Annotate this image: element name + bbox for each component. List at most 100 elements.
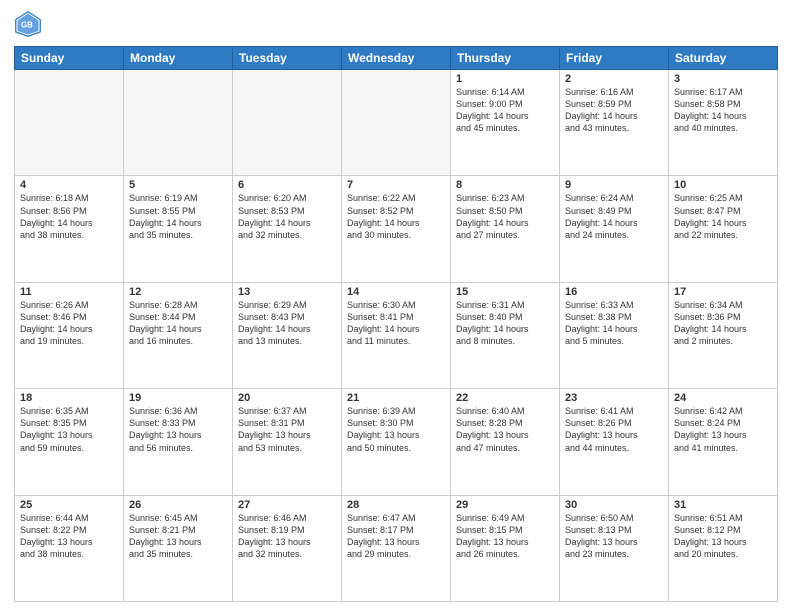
svg-text:GB: GB: [21, 21, 33, 30]
calendar-cell: 16Sunrise: 6:33 AM Sunset: 8:38 PM Dayli…: [560, 282, 669, 388]
day-number: 10: [674, 179, 772, 191]
day-info: Sunrise: 6:30 AM Sunset: 8:41 PM Dayligh…: [347, 299, 445, 348]
calendar-cell: 12Sunrise: 6:28 AM Sunset: 8:44 PM Dayli…: [124, 282, 233, 388]
day-number: 23: [565, 392, 663, 404]
day-number: 26: [129, 499, 227, 511]
day-info: Sunrise: 6:23 AM Sunset: 8:50 PM Dayligh…: [456, 192, 554, 241]
calendar-cell: 30Sunrise: 6:50 AM Sunset: 8:13 PM Dayli…: [560, 495, 669, 601]
day-info: Sunrise: 6:36 AM Sunset: 8:33 PM Dayligh…: [129, 405, 227, 454]
calendar-cell: 21Sunrise: 6:39 AM Sunset: 8:30 PM Dayli…: [342, 389, 451, 495]
calendar-header: SundayMondayTuesdayWednesdayThursdayFrid…: [15, 47, 778, 70]
calendar-week-row: 25Sunrise: 6:44 AM Sunset: 8:22 PM Dayli…: [15, 495, 778, 601]
day-info: Sunrise: 6:39 AM Sunset: 8:30 PM Dayligh…: [347, 405, 445, 454]
logo: GB: [14, 10, 46, 38]
day-info: Sunrise: 6:45 AM Sunset: 8:21 PM Dayligh…: [129, 512, 227, 561]
day-number: 6: [238, 179, 336, 191]
calendar-cell: 6Sunrise: 6:20 AM Sunset: 8:53 PM Daylig…: [233, 176, 342, 282]
calendar-cell: 13Sunrise: 6:29 AM Sunset: 8:43 PM Dayli…: [233, 282, 342, 388]
day-number: 1: [456, 73, 554, 85]
day-number: 30: [565, 499, 663, 511]
day-number: 28: [347, 499, 445, 511]
weekday-row: SundayMondayTuesdayWednesdayThursdayFrid…: [15, 47, 778, 70]
calendar-cell: [342, 70, 451, 176]
calendar-cell: 17Sunrise: 6:34 AM Sunset: 8:36 PM Dayli…: [669, 282, 778, 388]
weekday-header: Thursday: [451, 47, 560, 70]
day-number: 16: [565, 286, 663, 298]
day-number: 15: [456, 286, 554, 298]
day-number: 7: [347, 179, 445, 191]
day-number: 5: [129, 179, 227, 191]
day-info: Sunrise: 6:14 AM Sunset: 9:00 PM Dayligh…: [456, 86, 554, 135]
calendar-week-row: 4Sunrise: 6:18 AM Sunset: 8:56 PM Daylig…: [15, 176, 778, 282]
calendar-cell: [124, 70, 233, 176]
day-number: 29: [456, 499, 554, 511]
calendar-cell: 20Sunrise: 6:37 AM Sunset: 8:31 PM Dayli…: [233, 389, 342, 495]
day-info: Sunrise: 6:35 AM Sunset: 8:35 PM Dayligh…: [20, 405, 118, 454]
calendar-cell: 24Sunrise: 6:42 AM Sunset: 8:24 PM Dayli…: [669, 389, 778, 495]
calendar-cell: 22Sunrise: 6:40 AM Sunset: 8:28 PM Dayli…: [451, 389, 560, 495]
day-number: 20: [238, 392, 336, 404]
day-info: Sunrise: 6:37 AM Sunset: 8:31 PM Dayligh…: [238, 405, 336, 454]
day-info: Sunrise: 6:26 AM Sunset: 8:46 PM Dayligh…: [20, 299, 118, 348]
day-number: 21: [347, 392, 445, 404]
day-info: Sunrise: 6:44 AM Sunset: 8:22 PM Dayligh…: [20, 512, 118, 561]
day-info: Sunrise: 6:34 AM Sunset: 8:36 PM Dayligh…: [674, 299, 772, 348]
calendar-cell: 8Sunrise: 6:23 AM Sunset: 8:50 PM Daylig…: [451, 176, 560, 282]
day-info: Sunrise: 6:17 AM Sunset: 8:58 PM Dayligh…: [674, 86, 772, 135]
weekday-header: Monday: [124, 47, 233, 70]
calendar-cell: 25Sunrise: 6:44 AM Sunset: 8:22 PM Dayli…: [15, 495, 124, 601]
day-info: Sunrise: 6:20 AM Sunset: 8:53 PM Dayligh…: [238, 192, 336, 241]
day-info: Sunrise: 6:51 AM Sunset: 8:12 PM Dayligh…: [674, 512, 772, 561]
day-number: 8: [456, 179, 554, 191]
calendar-cell: 27Sunrise: 6:46 AM Sunset: 8:19 PM Dayli…: [233, 495, 342, 601]
calendar-cell: 11Sunrise: 6:26 AM Sunset: 8:46 PM Dayli…: [15, 282, 124, 388]
calendar-cell: 1Sunrise: 6:14 AM Sunset: 9:00 PM Daylig…: [451, 70, 560, 176]
header: GB: [14, 10, 778, 38]
day-info: Sunrise: 6:28 AM Sunset: 8:44 PM Dayligh…: [129, 299, 227, 348]
day-number: 27: [238, 499, 336, 511]
calendar-cell: 5Sunrise: 6:19 AM Sunset: 8:55 PM Daylig…: [124, 176, 233, 282]
calendar-cell: 14Sunrise: 6:30 AM Sunset: 8:41 PM Dayli…: [342, 282, 451, 388]
calendar-cell: 3Sunrise: 6:17 AM Sunset: 8:58 PM Daylig…: [669, 70, 778, 176]
calendar-cell: 7Sunrise: 6:22 AM Sunset: 8:52 PM Daylig…: [342, 176, 451, 282]
day-info: Sunrise: 6:25 AM Sunset: 8:47 PM Dayligh…: [674, 192, 772, 241]
day-number: 31: [674, 499, 772, 511]
day-number: 12: [129, 286, 227, 298]
day-info: Sunrise: 6:29 AM Sunset: 8:43 PM Dayligh…: [238, 299, 336, 348]
calendar-cell: 26Sunrise: 6:45 AM Sunset: 8:21 PM Dayli…: [124, 495, 233, 601]
calendar-cell: 4Sunrise: 6:18 AM Sunset: 8:56 PM Daylig…: [15, 176, 124, 282]
day-number: 3: [674, 73, 772, 85]
calendar-cell: 28Sunrise: 6:47 AM Sunset: 8:17 PM Dayli…: [342, 495, 451, 601]
day-info: Sunrise: 6:41 AM Sunset: 8:26 PM Dayligh…: [565, 405, 663, 454]
logo-icon: GB: [14, 10, 42, 38]
calendar-cell: 19Sunrise: 6:36 AM Sunset: 8:33 PM Dayli…: [124, 389, 233, 495]
day-number: 11: [20, 286, 118, 298]
weekday-header: Friday: [560, 47, 669, 70]
calendar-table: SundayMondayTuesdayWednesdayThursdayFrid…: [14, 46, 778, 602]
day-number: 18: [20, 392, 118, 404]
calendar-week-row: 18Sunrise: 6:35 AM Sunset: 8:35 PM Dayli…: [15, 389, 778, 495]
day-number: 22: [456, 392, 554, 404]
calendar-cell: 15Sunrise: 6:31 AM Sunset: 8:40 PM Dayli…: [451, 282, 560, 388]
day-number: 2: [565, 73, 663, 85]
calendar-cell: 10Sunrise: 6:25 AM Sunset: 8:47 PM Dayli…: [669, 176, 778, 282]
calendar-cell: [233, 70, 342, 176]
calendar-cell: 9Sunrise: 6:24 AM Sunset: 8:49 PM Daylig…: [560, 176, 669, 282]
day-number: 13: [238, 286, 336, 298]
day-number: 25: [20, 499, 118, 511]
calendar-week-row: 11Sunrise: 6:26 AM Sunset: 8:46 PM Dayli…: [15, 282, 778, 388]
calendar-cell: 29Sunrise: 6:49 AM Sunset: 8:15 PM Dayli…: [451, 495, 560, 601]
weekday-header: Saturday: [669, 47, 778, 70]
page: GB SundayMondayTuesdayWednesdayThursdayF…: [0, 0, 792, 612]
calendar-cell: 31Sunrise: 6:51 AM Sunset: 8:12 PM Dayli…: [669, 495, 778, 601]
day-info: Sunrise: 6:22 AM Sunset: 8:52 PM Dayligh…: [347, 192, 445, 241]
calendar-week-row: 1Sunrise: 6:14 AM Sunset: 9:00 PM Daylig…: [15, 70, 778, 176]
day-info: Sunrise: 6:40 AM Sunset: 8:28 PM Dayligh…: [456, 405, 554, 454]
weekday-header: Sunday: [15, 47, 124, 70]
calendar-cell: 18Sunrise: 6:35 AM Sunset: 8:35 PM Dayli…: [15, 389, 124, 495]
day-info: Sunrise: 6:18 AM Sunset: 8:56 PM Dayligh…: [20, 192, 118, 241]
day-number: 17: [674, 286, 772, 298]
day-info: Sunrise: 6:49 AM Sunset: 8:15 PM Dayligh…: [456, 512, 554, 561]
day-info: Sunrise: 6:24 AM Sunset: 8:49 PM Dayligh…: [565, 192, 663, 241]
day-info: Sunrise: 6:42 AM Sunset: 8:24 PM Dayligh…: [674, 405, 772, 454]
